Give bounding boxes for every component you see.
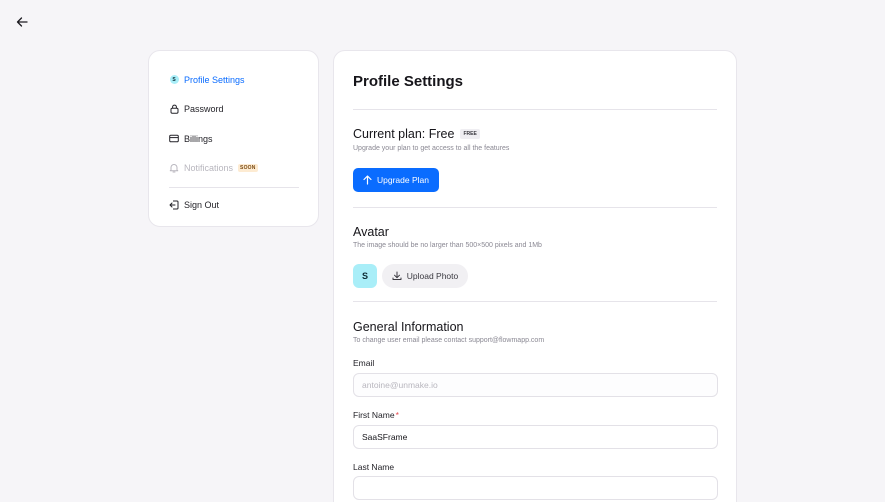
sidebar-item-label: Billings <box>184 133 213 144</box>
general-information-title: General Information <box>353 320 464 334</box>
bell-icon <box>169 163 179 173</box>
lock-icon <box>169 104 179 114</box>
current-plan-subtitle: Upgrade your plan to get access to all t… <box>353 145 510 152</box>
upload-photo-label: Upload Photo <box>406 271 459 281</box>
first-name-field[interactable]: SaaSFrame <box>353 425 718 449</box>
sidebar-item-notifications: Notifications SOON <box>169 154 298 184</box>
profile-settings-panel: Profile Settings Current plan: Free FREE … <box>333 50 737 502</box>
upload-photo-button[interactable]: Upload Photo <box>382 264 468 288</box>
arrow-up-icon <box>363 175 372 185</box>
sidebar-item-password[interactable]: Password <box>169 95 298 125</box>
upgrade-plan-button[interactable]: Upgrade Plan <box>353 168 439 192</box>
arrow-left-icon <box>16 17 28 27</box>
sidebar-item-sign-out[interactable]: Sign Out <box>169 190 298 220</box>
current-plan-label: Current plan: Free <box>353 127 455 141</box>
credit-card-icon <box>169 134 179 144</box>
sidebar-item-label: Profile Settings <box>184 74 245 85</box>
email-label: Email <box>353 358 375 368</box>
page-title: Profile Settings <box>353 73 464 90</box>
email-field[interactable]: antoine@unmake.io <box>353 373 718 397</box>
plan-badge: FREE <box>460 128 480 139</box>
first-name-label-text: First Name <box>353 410 395 420</box>
download-icon <box>392 271 402 281</box>
sidebar-item-billings[interactable]: Billings <box>169 124 298 154</box>
avatar: S <box>353 264 377 288</box>
divider <box>353 207 717 208</box>
sidebar-item-label: Notifications <box>184 163 234 174</box>
general-information-subtitle: To change user email please contact supp… <box>353 337 545 344</box>
upgrade-plan-label: Upgrade Plan <box>377 175 429 185</box>
settings-sidebar: S Profile Settings Password Billings Not… <box>148 50 319 227</box>
sidebar-divider <box>169 187 299 188</box>
required-mark: * <box>395 410 399 420</box>
sidebar-item-label: Sign Out <box>184 199 220 210</box>
first-name-label: First Name* <box>353 410 399 420</box>
profile-badge-icon: S <box>169 75 179 85</box>
current-plan-title: Current plan: Free FREE <box>353 127 480 141</box>
sidebar-item-label: Password <box>184 104 224 115</box>
avatar-title: Avatar <box>353 225 389 239</box>
last-name-label: Last Name <box>353 462 395 472</box>
sidebar-item-profile-settings[interactable]: S Profile Settings <box>169 65 298 95</box>
last-name-field[interactable] <box>353 476 718 500</box>
divider <box>353 109 717 110</box>
back-button[interactable] <box>13 13 31 31</box>
sign-out-icon <box>169 200 179 210</box>
soon-badge: SOON <box>238 164 258 173</box>
divider <box>353 301 717 302</box>
avatar-subtitle: The image should be no larger than 500×5… <box>353 242 542 249</box>
